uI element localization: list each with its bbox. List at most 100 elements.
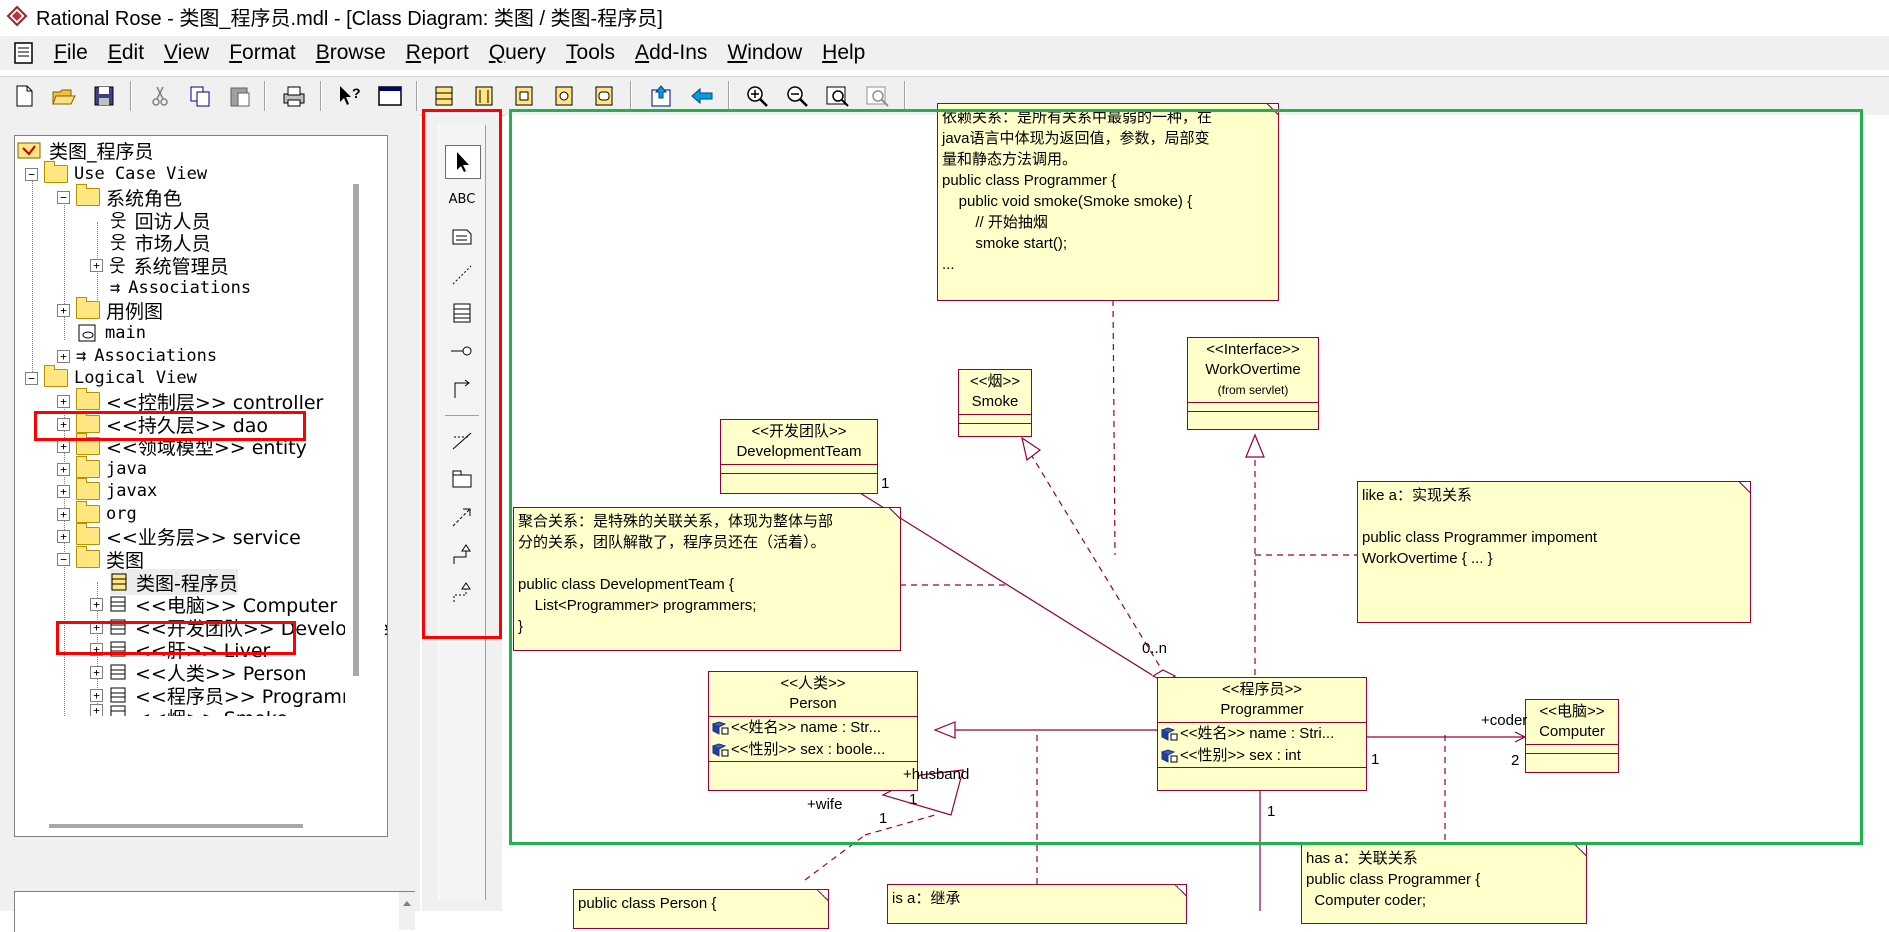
- highlight-toolbox: [422, 109, 502, 639]
- copy-icon[interactable]: [186, 82, 214, 110]
- doc-scrollbar[interactable]: [399, 892, 415, 930]
- note-aggregation[interactable]: 聚合关系：是特殊的关联关系，体现为整体与部 分的关系，团队解散了，程序员还在（活…: [513, 507, 901, 651]
- menu-query[interactable]: Query: [479, 41, 556, 65]
- menu-browse[interactable]: Browse: [306, 41, 396, 65]
- expand-toggle[interactable]: +: [57, 349, 70, 363]
- multiplicity-label: 1: [909, 791, 918, 808]
- stereotype-label: <<开发团队>>: [751, 423, 847, 440]
- attribute-row[interactable]: <<性别>> sex : boole...: [709, 739, 917, 761]
- folder-icon: [76, 388, 100, 410]
- class-smoke[interactable]: <<烟>> Smoke: [958, 369, 1032, 437]
- protected-attribute-icon: [1160, 749, 1178, 763]
- tree-root[interactable]: 类图_程序员: [17, 137, 154, 163]
- print-icon[interactable]: [280, 82, 308, 110]
- menu-report[interactable]: Report: [396, 41, 479, 65]
- zoom-in-icon[interactable]: [744, 82, 772, 110]
- toolbar-separator: [630, 81, 632, 111]
- scroll-up-icon[interactable]: [399, 897, 415, 909]
- expand-toggle[interactable]: +: [57, 507, 70, 521]
- tree-vertical-scrollbar[interactable]: [345, 136, 385, 836]
- browse-interaction-icon[interactable]: [470, 82, 498, 110]
- expand-toggle[interactable]: +: [57, 303, 70, 317]
- menu-format[interactable]: Format: [219, 41, 306, 65]
- context-help-icon[interactable]: ?: [336, 82, 364, 110]
- undo-fit-icon[interactable]: [864, 82, 892, 110]
- browse-previous-icon[interactable]: [688, 82, 716, 110]
- document-window-icon[interactable]: [12, 41, 36, 65]
- protected-attribute-icon: [711, 743, 729, 757]
- toolbar-separator: [904, 81, 906, 111]
- attribute-row[interactable]: <<性别>> sex : int: [1158, 745, 1366, 767]
- tree-line: [32, 174, 33, 374]
- expand-toggle[interactable]: +: [90, 688, 103, 702]
- expand-toggle[interactable]: +: [90, 665, 103, 679]
- menu-tools[interactable]: Tools: [556, 41, 625, 65]
- expand-toggle[interactable]: +: [57, 529, 70, 543]
- fit-window-icon[interactable]: [824, 82, 852, 110]
- menu-help[interactable]: Help: [812, 41, 875, 65]
- expand-toggle[interactable]: +: [57, 462, 70, 476]
- class-development-team[interactable]: <<开发团队>> DevelopmentTeam: [720, 419, 878, 494]
- attribute-row[interactable]: <<姓名>> name : Str...: [709, 717, 917, 739]
- interface-work-overtime[interactable]: <<Interface>> WorkOvertime (from servlet…: [1187, 337, 1319, 430]
- expand-toggle[interactable]: +: [57, 394, 70, 408]
- browse-statechart-icon[interactable]: [590, 82, 618, 110]
- class-name: WorkOvertime: [1205, 361, 1301, 378]
- class-programmer[interactable]: <<程序员>> Programmer <<姓名>> name : Stri... …: [1157, 677, 1367, 791]
- stereotype-label: <<电脑>>: [1539, 703, 1605, 720]
- documentation-panel[interactable]: [14, 891, 415, 932]
- new-file-icon[interactable]: [10, 82, 38, 110]
- attribute-row[interactable]: <<姓名>> name : Stri...: [1158, 723, 1366, 745]
- browse-parent-icon[interactable]: [648, 82, 676, 110]
- toolbar-separator: [320, 81, 322, 111]
- note-person-code[interactable]: public class Person {: [573, 889, 829, 929]
- menu-edit[interactable]: Edit: [98, 41, 154, 65]
- browse-deployment-icon[interactable]: [550, 82, 578, 110]
- multiplicity-label: 1: [1267, 803, 1276, 820]
- menu-add-ins[interactable]: Add-Ins: [625, 41, 717, 65]
- note-inheritance[interactable]: is a：继承: [887, 884, 1187, 924]
- collapse-toggle[interactable]: −: [25, 371, 38, 385]
- browse-component-icon[interactable]: [510, 82, 538, 110]
- diagram-toolbox: ABC: [422, 109, 502, 911]
- model-tree[interactable]: 类图_程序员 − Use Case View − 系统角色 웃 回访人员 웃 市…: [14, 135, 388, 837]
- collapse-toggle[interactable]: −: [57, 190, 70, 204]
- note-association[interactable]: has a：关联关系 public class Programmer { Com…: [1301, 844, 1587, 924]
- highlight-class-diagram-folder: [56, 621, 296, 655]
- class-person[interactable]: <<人类>> Person <<姓名>> name : Str... <<性别>>…: [708, 671, 918, 791]
- save-icon[interactable]: [90, 82, 118, 110]
- menu-window[interactable]: Window: [717, 41, 812, 65]
- note-realization[interactable]: like a：实现关系 public class Programmer impo…: [1357, 481, 1751, 623]
- rational-rose-app-icon[interactable]: [6, 5, 28, 27]
- expand-toggle[interactable]: +: [90, 258, 103, 272]
- scrollbar-thumb[interactable]: [353, 184, 359, 676]
- zoom-out-icon[interactable]: [784, 82, 812, 110]
- expand-toggle[interactable]: +: [57, 439, 70, 453]
- cut-icon[interactable]: [146, 82, 174, 110]
- menu-file[interactable]: File: [44, 41, 98, 65]
- folder-icon: [76, 523, 100, 545]
- menu-view[interactable]: View: [154, 41, 219, 65]
- expand-toggle[interactable]: +: [57, 484, 70, 498]
- stereotype-label: <<烟>>: [969, 373, 1021, 390]
- folder-icon: [76, 184, 100, 206]
- tree-horizontal-scrollbar[interactable]: [15, 816, 345, 836]
- expand-toggle[interactable]: +: [90, 597, 103, 611]
- class-computer[interactable]: <<电脑>> Computer: [1525, 699, 1619, 773]
- protected-attribute-icon: [711, 721, 729, 735]
- class-name: Programmer: [1220, 701, 1304, 718]
- folder-icon: [76, 478, 100, 500]
- protected-attribute-icon: [1160, 727, 1178, 741]
- note-dependency[interactable]: 依赖关系：是所有关系中最弱的一种，在 java语言中体现为返回值，参数，局部变 …: [937, 103, 1279, 301]
- view-doc-icon[interactable]: [376, 82, 404, 110]
- scrollbar-thumb[interactable]: [49, 824, 303, 828]
- class-icon: [110, 664, 126, 680]
- collapse-toggle[interactable]: −: [57, 552, 70, 566]
- class-name: Person: [789, 695, 837, 712]
- browse-class-icon[interactable]: [430, 82, 458, 110]
- class-diagram-canvas[interactable]: 依赖关系：是所有关系中最弱的一种，在 java语言中体现为返回值，参数，局部变 …: [505, 103, 1889, 929]
- collapse-toggle[interactable]: −: [25, 167, 38, 181]
- toolbar-separator: [416, 81, 418, 111]
- paste-icon[interactable]: [226, 82, 254, 110]
- open-folder-icon[interactable]: [50, 82, 78, 110]
